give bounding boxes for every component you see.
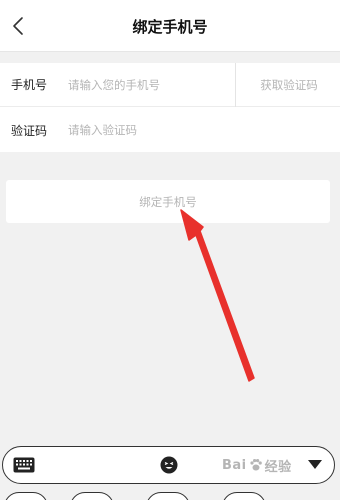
keyboard-key[interactable] [146, 492, 190, 500]
phone-input[interactable] [68, 71, 228, 98]
code-input[interactable] [68, 117, 228, 143]
divider [235, 63, 236, 107]
code-row: 验证码 [0, 108, 340, 152]
bind-phone-form: 手机号 获取验证码 验证码 [0, 63, 340, 152]
keyboard-key[interactable] [70, 492, 114, 500]
watermark-text-left: Bai [222, 457, 247, 473]
baidu-watermark: Bai 经验 [222, 449, 312, 481]
phone-label: 手机号 [11, 78, 48, 92]
keyboard-icon[interactable] [13, 457, 35, 473]
keyboard-key[interactable] [222, 492, 266, 500]
page-title: 绑定手机号 [132, 18, 208, 36]
bind-phone-button[interactable]: 绑定手机号 [6, 180, 330, 223]
keyboard-key[interactable] [4, 492, 48, 500]
phone-row: 手机号 获取验证码 [0, 63, 340, 107]
nav-header: 绑定手机号 [0, 0, 340, 52]
emoji-icon[interactable] [160, 456, 178, 474]
code-label: 验证码 [11, 123, 48, 138]
keyboard-bottom-row [0, 488, 340, 500]
get-code-button[interactable]: 获取验证码 [243, 63, 335, 107]
watermark-text-right: 经验 [264, 459, 292, 475]
paw-icon [250, 459, 262, 471]
